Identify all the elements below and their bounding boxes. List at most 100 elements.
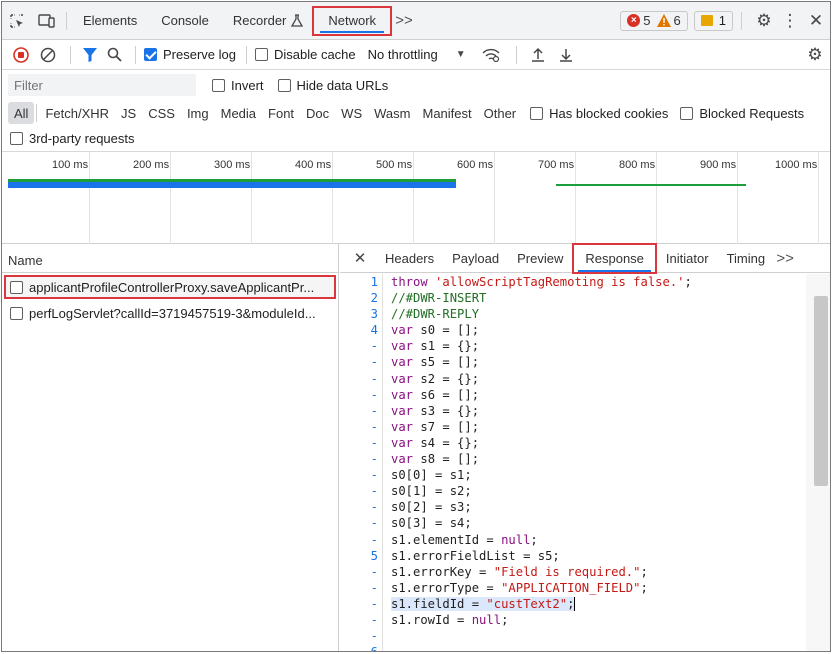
kebab-menu-icon[interactable]: ⋮: [778, 11, 802, 31]
inspect-element-icon[interactable]: [2, 2, 32, 40]
line-number[interactable]: -: [340, 564, 382, 580]
type-media[interactable]: Media: [215, 102, 262, 124]
error-icon: ×: [627, 14, 641, 27]
disable-cache-checkbox[interactable]: [254, 48, 268, 61]
request-checkbox[interactable]: [10, 306, 23, 320]
line-number[interactable]: -: [340, 451, 382, 467]
export-har-icon[interactable]: [551, 47, 581, 63]
filter-input[interactable]: [8, 74, 196, 96]
line-number[interactable]: -: [340, 515, 382, 531]
code-token: //#DWR-REPLY: [391, 307, 480, 322]
type-manifest[interactable]: Manifest: [416, 102, 477, 124]
main-tab-bar: Elements Console Recorder Network >> × 5…: [2, 2, 830, 40]
type-js[interactable]: JS: [115, 102, 142, 124]
hide-data-urls-checkbox[interactable]: [277, 78, 291, 92]
clear-icon[interactable]: [34, 47, 62, 63]
line-number[interactable]: -: [340, 403, 382, 419]
network-conditions-icon[interactable]: [474, 48, 508, 62]
timeline-overview[interactable]: 100 ms 200 ms 300 ms 400 ms 500 ms 600 m…: [2, 152, 830, 244]
issues-counter[interactable]: × 5 6: [620, 10, 688, 31]
third-party-checkbox[interactable]: [10, 132, 23, 145]
tab-response[interactable]: Response: [572, 243, 657, 274]
line-number[interactable]: -: [340, 499, 382, 515]
type-wasm[interactable]: Wasm: [368, 102, 416, 124]
request-details-panel: ✕ Headers Payload Preview Response Initi…: [340, 243, 830, 651]
close-devtools-icon[interactable]: ✕: [802, 11, 830, 31]
line-number[interactable]: 5: [340, 548, 382, 564]
throttling-select[interactable]: No throttling ▼: [368, 47, 466, 62]
type-all[interactable]: All: [8, 102, 35, 124]
preserve-log-checkbox[interactable]: [144, 48, 157, 61]
type-doc[interactable]: Doc: [300, 102, 335, 124]
line-number[interactable]: -: [340, 419, 382, 435]
code-token: var: [391, 339, 414, 354]
tab-initiator[interactable]: Initiator: [657, 244, 718, 273]
tab-payload[interactable]: Payload: [443, 244, 508, 273]
line-number[interactable]: -: [340, 338, 382, 354]
gutter-divider: [382, 515, 383, 532]
line-number[interactable]: -: [340, 628, 382, 644]
line-number[interactable]: -: [340, 387, 382, 403]
line-number[interactable]: -: [340, 532, 382, 548]
code-line: - s1.fieldId = "custText2";: [340, 595, 804, 612]
line-number[interactable]: -: [340, 612, 382, 628]
line-number[interactable]: 4: [340, 322, 382, 338]
code-line: 6: [340, 644, 804, 651]
code-token: var: [391, 323, 414, 338]
code-token: s1.elementId =: [391, 532, 502, 547]
invert-checkbox[interactable]: [212, 78, 225, 92]
tab-headers[interactable]: Headers: [376, 244, 443, 273]
request-checkbox[interactable]: [10, 280, 23, 294]
gutter-divider: [382, 628, 383, 645]
line-number[interactable]: -: [340, 580, 382, 596]
line-number[interactable]: -: [340, 467, 382, 483]
tab-timing[interactable]: Timing: [718, 244, 775, 273]
type-fetch-xhr[interactable]: Fetch/XHR: [39, 102, 115, 124]
line-number[interactable]: -: [340, 354, 382, 370]
type-other[interactable]: Other: [478, 102, 523, 124]
line-number[interactable]: -: [340, 596, 382, 612]
code-token: s0 = [];: [413, 323, 480, 338]
line-number[interactable]: 1: [340, 274, 382, 290]
close-details-icon[interactable]: ✕: [352, 249, 368, 267]
code-line: - s0[3] = s4;: [340, 515, 804, 532]
line-number[interactable]: -: [340, 371, 382, 387]
scrollbar-thumb[interactable]: [814, 296, 828, 486]
timeline-gridline: [332, 152, 333, 244]
tab-network[interactable]: Network: [312, 5, 393, 36]
network-settings-gear-icon[interactable]: ⚙: [800, 45, 830, 65]
warning-badge: 6: [656, 13, 681, 28]
type-ws[interactable]: WS: [335, 102, 368, 124]
tab-console[interactable]: Console: [149, 2, 221, 40]
gutter-divider: [382, 354, 383, 371]
line-number[interactable]: -: [340, 483, 382, 499]
tab-preview[interactable]: Preview: [508, 244, 572, 273]
code-token: ;: [530, 532, 538, 547]
line-number[interactable]: 2: [340, 290, 382, 306]
settings-gear-icon[interactable]: ⚙: [750, 11, 778, 31]
blocked-requests-checkbox[interactable]: [680, 106, 694, 120]
import-har-icon[interactable]: [525, 47, 551, 63]
line-number[interactable]: -: [340, 435, 382, 451]
request-row-selected[interactable]: applicantProfileControllerProxy.saveAppl…: [4, 275, 336, 299]
request-row[interactable]: perfLogServlet?callId=3719457519-3&modul…: [2, 301, 338, 325]
more-details-tabs-icon[interactable]: >>: [774, 250, 796, 267]
type-img[interactable]: Img: [181, 102, 215, 124]
issues-badge[interactable]: 1: [693, 10, 733, 31]
code-token: s1.rowId =: [391, 612, 472, 627]
search-icon[interactable]: [101, 47, 127, 62]
response-code-viewer[interactable]: 1 throw 'allowScriptTagRemoting is false.…: [340, 274, 804, 651]
name-column-header[interactable]: Name: [2, 244, 338, 273]
type-font[interactable]: Font: [262, 102, 300, 124]
has-blocked-cookies-checkbox[interactable]: [530, 106, 544, 120]
device-toolbar-icon[interactable]: [32, 2, 62, 40]
divider: [741, 11, 742, 30]
type-css[interactable]: CSS: [142, 102, 181, 124]
line-number[interactable]: 3: [340, 306, 382, 322]
tab-recorder[interactable]: Recorder: [221, 2, 308, 40]
line-number[interactable]: 6: [340, 644, 382, 651]
record-stop-icon[interactable]: [8, 46, 34, 63]
more-tabs-icon[interactable]: >>: [395, 12, 413, 29]
filter-funnel-icon[interactable]: [79, 47, 101, 63]
tab-elements[interactable]: Elements: [71, 2, 149, 40]
